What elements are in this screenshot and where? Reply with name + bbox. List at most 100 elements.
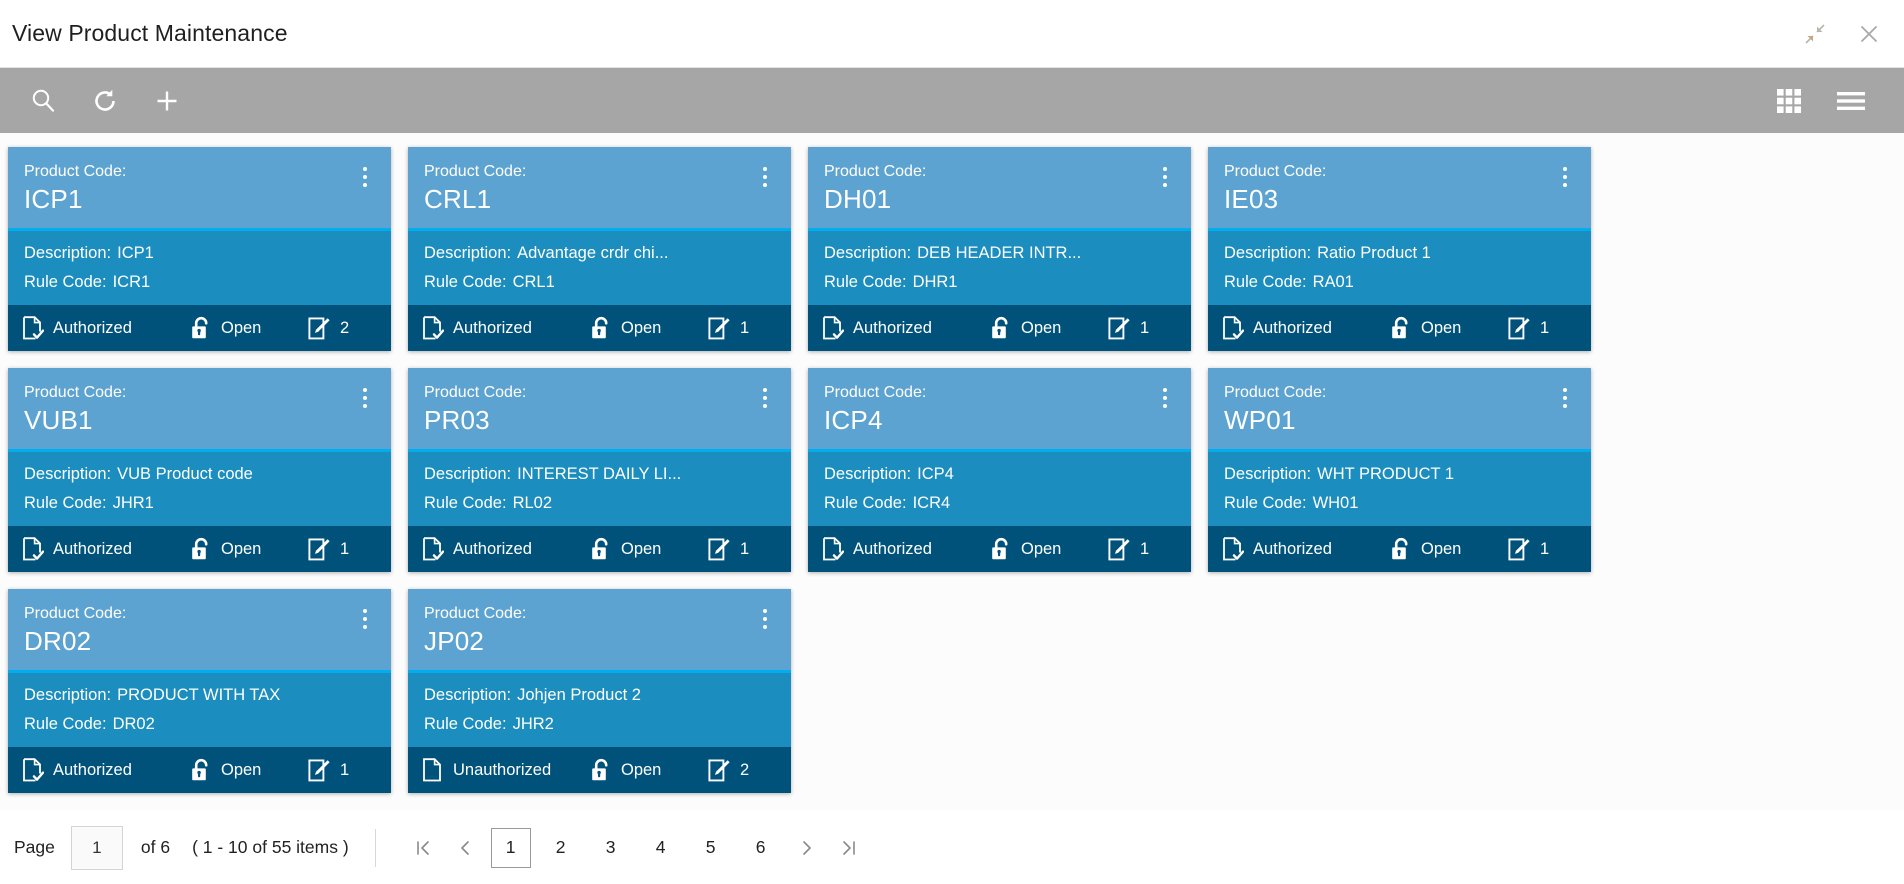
authorization-status-label: Unauthorized: [453, 760, 552, 779]
authorization-status[interactable]: Authorized: [22, 316, 190, 340]
product-card[interactable]: Product Code: IE03 Description: Ratio Produ…: [1208, 147, 1591, 351]
page-number-4[interactable]: 4: [641, 828, 681, 868]
authorization-status[interactable]: Authorized: [22, 758, 190, 782]
kebab-menu-icon[interactable]: [755, 163, 775, 191]
modification-number[interactable]: 1: [708, 316, 749, 340]
description-row: Description: ICP1: [24, 242, 375, 264]
unlock-icon: [190, 537, 212, 561]
collapse-arrows-icon[interactable]: [1802, 21, 1828, 47]
modification-number[interactable]: 1: [1508, 316, 1549, 340]
record-lock-status[interactable]: Open: [590, 758, 708, 782]
authorization-status[interactable]: Authorized: [1222, 537, 1390, 561]
product-code-label: Product Code:: [424, 384, 527, 401]
edit-pencil-icon: [708, 537, 731, 561]
authorization-status[interactable]: Authorized: [422, 537, 590, 561]
authorization-status[interactable]: Authorized: [22, 537, 190, 561]
kebab-menu-icon[interactable]: [1555, 384, 1575, 412]
card-footer: Authorized Open 1: [8, 747, 391, 793]
record-lock-status[interactable]: Open: [590, 537, 708, 561]
product-code-label: Product Code:: [824, 163, 927, 180]
page-number-5[interactable]: 5: [691, 828, 731, 868]
rule-code-label: Rule Code:: [824, 273, 907, 291]
description-label: Description:: [424, 465, 512, 483]
modification-number[interactable]: 1: [1508, 537, 1549, 561]
authorization-status[interactable]: Authorized: [1222, 316, 1390, 340]
modification-number[interactable]: 1: [1108, 316, 1150, 340]
product-card[interactable]: Product Code: VUB1 Description: VUB Product…: [8, 368, 391, 572]
last-page-icon[interactable]: [828, 827, 870, 869]
record-lock-status[interactable]: Open: [1390, 316, 1508, 340]
record-lock-label: Open: [221, 318, 262, 337]
authorization-status[interactable]: Unauthorized: [422, 758, 590, 782]
record-lock-status[interactable]: Open: [190, 316, 308, 340]
card-header: Product Code: VUB1: [8, 368, 391, 452]
product-card[interactable]: Product Code: ICP4 Description: ICP4 Rule Co…: [808, 368, 1191, 572]
first-page-icon[interactable]: [402, 827, 444, 869]
product-card[interactable]: Product Code: DR02 Description: PRODUCT WIT…: [8, 589, 391, 793]
product-card[interactable]: Product Code: PR03 Description: INTEREST DA…: [408, 368, 791, 572]
product-code-label: Product Code:: [24, 605, 127, 622]
record-lock-status[interactable]: Open: [1390, 537, 1508, 561]
pagination-bar: Page 1 of 6 ( 1 - 10 of 55 items ) 12345…: [0, 810, 1904, 884]
modification-number[interactable]: 1: [708, 537, 749, 561]
kebab-menu-icon[interactable]: [755, 384, 775, 412]
authorization-status[interactable]: Authorized: [422, 316, 590, 340]
refresh-button[interactable]: [74, 70, 136, 132]
kebab-menu-icon[interactable]: [1555, 163, 1575, 191]
modification-number[interactable]: 1: [308, 537, 349, 561]
next-page-icon[interactable]: [786, 827, 828, 869]
record-lock-status[interactable]: Open: [190, 758, 308, 782]
page-number-3[interactable]: 3: [591, 828, 631, 868]
prev-page-icon[interactable]: [444, 827, 486, 869]
modification-number[interactable]: 2: [708, 758, 749, 782]
record-lock-status[interactable]: Open: [590, 316, 708, 340]
record-lock-status[interactable]: Open: [190, 537, 308, 561]
kebab-menu-icon[interactable]: [355, 163, 375, 191]
page-number-2[interactable]: 2: [541, 828, 581, 868]
card-footer: Authorized Open 1: [408, 526, 791, 572]
product-card[interactable]: Product Code: JP02 Description: Johjen Prod…: [408, 589, 791, 793]
product-card[interactable]: Product Code: ICP1 Description: ICP1 Rule Co…: [8, 147, 391, 351]
authorization-status[interactable]: Authorized: [822, 537, 990, 561]
record-lock-status[interactable]: Open: [990, 316, 1108, 340]
product-card[interactable]: Product Code: WP01 Description: WHT PRODUCT…: [1208, 368, 1591, 572]
kebab-menu-icon[interactable]: [1155, 163, 1175, 191]
rule-code-label: Rule Code:: [24, 494, 107, 512]
kebab-menu-icon[interactable]: [355, 605, 375, 633]
description-value: DEB HEADER INTR...: [917, 244, 1082, 262]
rule-code-row: Rule Code: ICR4: [824, 492, 1175, 514]
product-card[interactable]: Product Code: CRL1 Description: Advantage c…: [408, 147, 791, 351]
page-number-6[interactable]: 6: [741, 828, 781, 868]
close-icon[interactable]: [1856, 21, 1882, 47]
record-lock-label: Open: [1421, 318, 1462, 337]
rule-code-label: Rule Code:: [24, 715, 107, 733]
product-maintenance-window: View Product Maintenance Product Code: I…: [0, 0, 1904, 884]
authorization-status[interactable]: Authorized: [822, 316, 990, 340]
record-lock-label: Open: [221, 539, 262, 558]
kebab-menu-icon[interactable]: [755, 605, 775, 633]
search-button[interactable]: [12, 70, 74, 132]
modification-count: 1: [1140, 318, 1150, 337]
edit-pencil-icon: [1108, 316, 1131, 340]
kebab-menu-icon[interactable]: [355, 384, 375, 412]
modification-number[interactable]: 2: [308, 316, 350, 340]
unlock-icon: [1390, 537, 1412, 561]
modification-count: 2: [340, 318, 350, 337]
description-label: Description:: [824, 465, 912, 483]
card-header: Product Code: IE03: [1208, 147, 1591, 231]
product-card[interactable]: Product Code: DH01 Description: DEB HEADER …: [808, 147, 1191, 351]
description-row: Description: INTEREST DAILY LI...: [424, 463, 775, 485]
rule-code-label: Rule Code:: [424, 273, 507, 291]
add-button[interactable]: [136, 70, 198, 132]
page-label: Page: [14, 837, 55, 857]
page-number-input[interactable]: 1: [70, 825, 123, 870]
record-lock-status[interactable]: Open: [990, 537, 1108, 561]
list-view-button[interactable]: [1820, 70, 1882, 132]
kebab-menu-icon[interactable]: [1155, 384, 1175, 412]
modification-number[interactable]: 1: [308, 758, 349, 782]
rule-code-value: JHR1: [112, 494, 154, 512]
edit-pencil-icon: [308, 316, 331, 340]
modification-number[interactable]: 1: [1108, 537, 1149, 561]
grid-view-button[interactable]: [1758, 70, 1820, 132]
page-number-1[interactable]: 1: [490, 827, 531, 868]
